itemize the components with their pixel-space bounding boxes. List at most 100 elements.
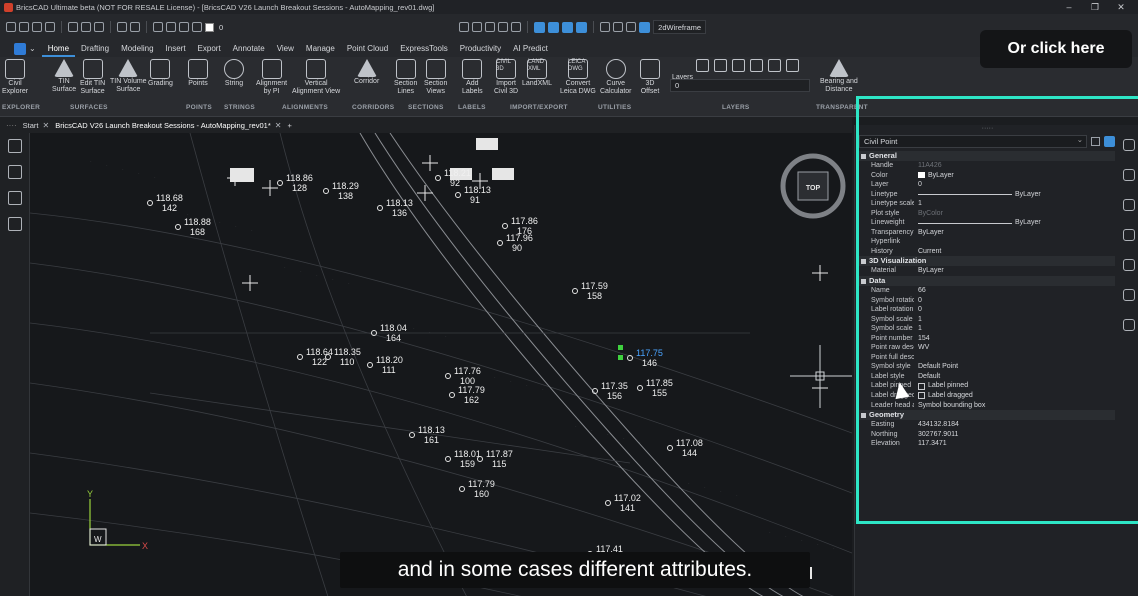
property-row[interactable]: Symbol style Default Point (859, 362, 1115, 372)
layer-color-swatch[interactable] (205, 22, 214, 32)
property-value[interactable]: Label pinned (914, 381, 1115, 391)
curve-calculator-button[interactable]: Curve Calculator (600, 57, 632, 101)
edit-tin-surface-button[interactable]: Edit TIN Surface (80, 57, 105, 101)
tin-volume-surface-button[interactable]: TIN Volume Surface (110, 57, 147, 101)
cloud-icon[interactable] (1123, 289, 1135, 301)
property-value[interactable]: 154 (914, 334, 1115, 344)
property-value[interactable]: 434132.8184 (914, 420, 1115, 430)
property-value[interactable]: 0 (914, 305, 1115, 315)
property-value[interactable]: 0 (914, 296, 1115, 306)
property-row[interactable]: Transparency ByLayer (859, 228, 1115, 238)
new-file-icon[interactable] (6, 22, 16, 32)
checkbox[interactable] (918, 392, 925, 400)
undo-icon[interactable] (117, 22, 127, 32)
entity-type-dropdown[interactable]: Civil Point (859, 134, 1087, 148)
pen-icon[interactable] (472, 22, 483, 32)
collapse-icon[interactable] (861, 278, 866, 284)
3d-offset-button[interactable]: 3D Offset (640, 57, 660, 101)
property-value[interactable]: ByLayer (914, 218, 1115, 228)
collapse-icon[interactable] (861, 153, 866, 159)
tab-manage[interactable]: Manage (300, 40, 341, 57)
property-value[interactable] (914, 237, 1115, 247)
layer-match-icon[interactable] (714, 59, 727, 72)
layer-isolate-icon[interactable] (750, 59, 763, 72)
property-value[interactable]: Symbol bounding box (914, 401, 1115, 411)
panel-grip[interactable]: ····· (855, 125, 1120, 133)
property-value[interactable]: 11A426 (914, 161, 1115, 171)
property-row[interactable]: Linetype ByLayer (859, 190, 1115, 200)
maximize-button[interactable]: ❐ (1082, 0, 1108, 14)
bearing-and-distance-button[interactable]: Bearing and Distance (820, 57, 858, 101)
close-button[interactable]: ✕ (1108, 0, 1134, 14)
property-row[interactable]: Symbol scale Z 1 (859, 324, 1115, 334)
grid-icon[interactable] (485, 22, 496, 32)
plot-icon[interactable] (81, 22, 91, 32)
tab-modeling[interactable]: Modeling (115, 40, 159, 57)
grading-button[interactable]: Grading (148, 57, 173, 101)
category-geometry[interactable]: Geometry (859, 410, 1115, 421)
category-data[interactable]: Data (859, 276, 1115, 287)
section-lines-button[interactable]: Section Lines (394, 57, 417, 101)
property-row[interactable]: Elevation 117.3471 (859, 439, 1115, 449)
view-layout-icon[interactable] (562, 21, 574, 33)
layer-freeze-icon[interactable] (768, 59, 781, 72)
view-cube-icon[interactable] (576, 21, 588, 33)
cad-drawing[interactable]: ········································… (30, 133, 852, 596)
tab-expresstools[interactable]: ExpressTools (394, 40, 454, 57)
property-row[interactable]: Symbol scale X 1 (859, 315, 1115, 325)
pin-icon[interactable] (1123, 259, 1135, 271)
view-model-icon[interactable] (548, 21, 560, 33)
tin-surface-button[interactable]: TIN Surface (52, 57, 76, 101)
property-value[interactable]: Label dragged (914, 391, 1115, 401)
property-row[interactable]: Leader head att Symbol bounding box (859, 401, 1115, 411)
tab-drafting[interactable]: Drafting (75, 40, 115, 57)
property-value[interactable] (914, 353, 1115, 363)
tab-drawing[interactable]: BricsCAD V26 Launch Breakout Sessions - … (55, 121, 281, 130)
category-general[interactable]: General (859, 151, 1115, 161)
visual-style-icon[interactable] (639, 21, 651, 33)
property-row[interactable]: Point number 154 (859, 334, 1115, 344)
property-value[interactable]: ByColor (914, 209, 1115, 219)
drawing-canvas[interactable]: · · · · · · · · · · · · · · · · · · · · · · · · · · · · · · · · · · · · · · · ·… (30, 133, 852, 596)
property-row[interactable]: Material ByLayer (859, 266, 1115, 276)
sun-icon[interactable] (166, 22, 176, 32)
minimize-button[interactable]: – (1056, 0, 1082, 14)
alignment-by-pi-button[interactable]: Alignment by PI (256, 57, 287, 101)
tab-ai-predict[interactable]: AI Predict (507, 40, 554, 57)
table-icon[interactable] (600, 22, 611, 32)
new-tab-button[interactable]: + (287, 121, 291, 130)
tab-point-cloud[interactable]: Point Cloud (341, 40, 394, 57)
chevron-down-icon[interactable]: ⌄ (29, 44, 36, 53)
property-value[interactable]: 1 (914, 199, 1115, 209)
close-tab-icon[interactable]: ✕ (275, 121, 282, 130)
library-icon[interactable] (1123, 319, 1135, 331)
layer-previous-icon[interactable] (732, 59, 745, 72)
lock-icon[interactable] (179, 22, 189, 32)
ortho-icon[interactable] (498, 22, 509, 32)
tab-annotate[interactable]: Annotate (227, 40, 271, 57)
string-button[interactable]: String (224, 57, 244, 101)
property-value[interactable]: ByLayer (914, 190, 1115, 200)
property-value[interactable]: Current (914, 247, 1115, 257)
filter-icon[interactable] (1091, 136, 1100, 146)
property-row[interactable]: Symbol rotation 0 (859, 296, 1115, 306)
tab-start[interactable]: Start ✕ (23, 121, 50, 130)
collapse-icon[interactable] (861, 258, 866, 264)
tab-export[interactable]: Export (192, 40, 227, 57)
redo-icon[interactable] (130, 22, 140, 32)
property-value[interactable]: 1 (914, 315, 1115, 325)
lightbulb-icon[interactable] (8, 139, 22, 153)
property-row[interactable]: Plot style ByColor (859, 209, 1115, 219)
property-row[interactable]: Point full descr (859, 353, 1115, 363)
property-row[interactable]: Lineweight ByLayer (859, 218, 1115, 228)
property-value[interactable]: 117.3471 (914, 439, 1115, 449)
property-value[interactable]: ByLayer (914, 266, 1115, 276)
publish-icon[interactable] (94, 22, 104, 32)
tab-overflow-icon[interactable]: ···· (6, 121, 17, 130)
property-value[interactable]: ByLayer (914, 228, 1115, 238)
tab-insert[interactable]: Insert (160, 40, 192, 57)
property-row[interactable]: Label style Default (859, 372, 1115, 382)
sheet-icon[interactable] (613, 22, 624, 32)
settings-gear-icon[interactable] (626, 22, 637, 32)
vertical-alignment-view-button[interactable]: Vertical Alignment View (292, 57, 340, 101)
